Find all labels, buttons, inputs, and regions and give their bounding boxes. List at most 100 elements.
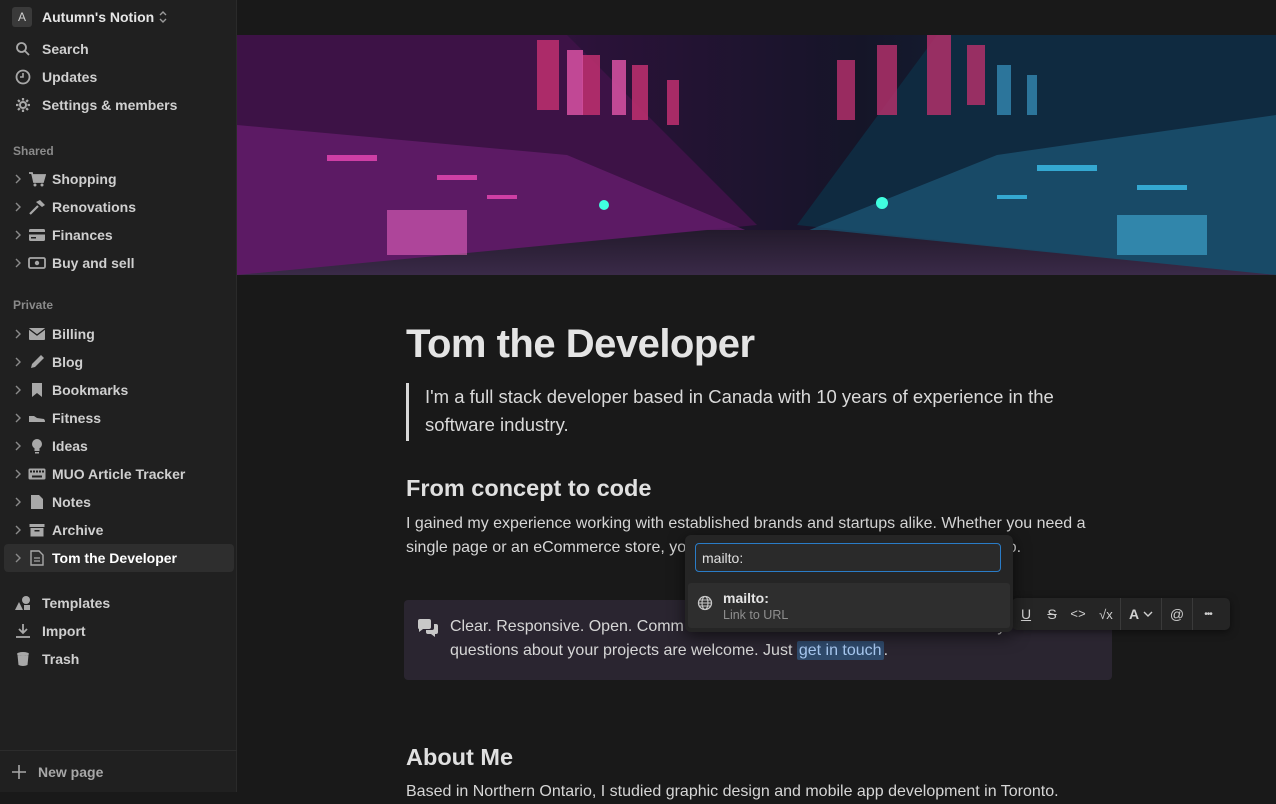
chevron-updown-icon bbox=[159, 11, 167, 23]
globe-icon bbox=[697, 595, 713, 611]
sidebar-page-label: Finances bbox=[52, 227, 113, 243]
search-icon bbox=[14, 40, 32, 58]
top-bar bbox=[237, 0, 1276, 35]
card-icon bbox=[28, 226, 46, 244]
sidebar-import[interactable]: Import bbox=[0, 617, 237, 645]
chevron-right-icon bbox=[15, 357, 21, 367]
sidebar-templates[interactable]: Templates bbox=[0, 589, 237, 617]
callout-line2-start: questions about your projects are welcom… bbox=[450, 642, 797, 659]
speech-bubbles-icon bbox=[418, 619, 438, 637]
sidebar-search-label: Search bbox=[42, 41, 89, 57]
lightbulb-icon bbox=[28, 437, 46, 455]
sidebar-page-finances[interactable]: Finances bbox=[4, 221, 234, 249]
sidebar-page-bookmarks[interactable]: Bookmarks bbox=[4, 376, 234, 404]
text-color-button[interactable]: A bbox=[1121, 598, 1161, 630]
section-heading-about[interactable]: About Me bbox=[406, 744, 513, 771]
chevron-right-icon bbox=[15, 329, 21, 339]
sidebar-page-buy-and-sell[interactable]: Buy and sell bbox=[4, 249, 234, 277]
sidebar-page-shopping[interactable]: Shopping bbox=[4, 165, 234, 193]
chevron-right-icon bbox=[15, 553, 21, 563]
sidebar-page-notes[interactable]: Notes bbox=[4, 488, 234, 516]
more-options-button[interactable]: ••• bbox=[1193, 598, 1223, 630]
chevron-right-icon bbox=[15, 202, 21, 212]
sidebar-page-label: Bookmarks bbox=[52, 382, 129, 398]
text-color-label: A bbox=[1128, 606, 1140, 622]
page-title[interactable]: Tom the Developer bbox=[406, 322, 755, 367]
plus-icon bbox=[12, 764, 26, 779]
chevron-right-icon bbox=[15, 385, 21, 395]
sidebar-page-tom-the-developer[interactable]: Tom the Developer bbox=[4, 544, 234, 572]
sidebar-page-label: Blog bbox=[52, 354, 84, 370]
sidebar-trash-label: Trash bbox=[42, 651, 80, 667]
workspace-avatar: A bbox=[12, 7, 32, 27]
clock-icon bbox=[14, 68, 32, 86]
chevron-right-icon bbox=[15, 441, 21, 451]
quote-block[interactable]: I'm a full stack developer based in Cana… bbox=[406, 383, 1106, 441]
new-page-button[interactable]: New page bbox=[0, 750, 237, 792]
sidebar-page-renovations[interactable]: Renovations bbox=[4, 193, 234, 221]
archive-icon bbox=[28, 521, 46, 539]
link-popover: mailto: Link to URL bbox=[685, 535, 1013, 632]
sidebar-updates[interactable]: Updates bbox=[0, 63, 237, 91]
callout-line2-end: . bbox=[883, 642, 889, 659]
callout-line1-start: Clear. Responsive. Open. Comm bbox=[450, 618, 684, 635]
strikethrough-button[interactable]: S bbox=[1040, 598, 1064, 630]
new-page-label: New page bbox=[38, 763, 104, 780]
sidebar-settings-label: Settings & members bbox=[42, 97, 178, 113]
chevron-right-icon bbox=[15, 258, 21, 268]
code-button[interactable]: <> bbox=[1064, 598, 1092, 630]
sidebar-trash[interactable]: Trash bbox=[0, 645, 237, 673]
gear-icon bbox=[14, 96, 32, 114]
mention-button[interactable]: @ bbox=[1162, 598, 1192, 630]
chevron-right-icon bbox=[15, 230, 21, 240]
sidebar-page-label: Shopping bbox=[52, 171, 117, 187]
private-section-heading: Private bbox=[13, 298, 54, 312]
link-suggestion-subtitle: Link to URL bbox=[723, 608, 789, 622]
shared-section-heading: Shared bbox=[13, 144, 54, 158]
sidebar-page-billing[interactable]: Billing bbox=[4, 320, 234, 348]
sidebar-page-label: Archive bbox=[52, 522, 104, 538]
formatting-toolbar: U S <> √x A @ ••• bbox=[1012, 598, 1230, 630]
link-suggestion-title: mailto: bbox=[723, 590, 769, 606]
sidebar: A Autumn's Notion Search Updates Setting… bbox=[0, 0, 237, 792]
cart-icon bbox=[28, 170, 46, 188]
cover-image[interactable] bbox=[237, 35, 1276, 275]
sidebar-templates-label: Templates bbox=[42, 595, 111, 611]
section-heading-concept[interactable]: From concept to code bbox=[406, 475, 651, 502]
document-icon bbox=[28, 493, 46, 511]
page-icon bbox=[28, 549, 46, 567]
sidebar-search[interactable]: Search bbox=[0, 35, 237, 63]
download-icon bbox=[14, 622, 32, 640]
city-street-cover-illustration bbox=[237, 35, 1276, 275]
sidebar-page-label: Fitness bbox=[52, 410, 102, 426]
sidebar-page-label: Renovations bbox=[52, 199, 137, 215]
chevron-down-icon bbox=[1143, 611, 1153, 617]
sidebar-page-muo-article-tracker[interactable]: MUO Article Tracker bbox=[4, 460, 234, 488]
shoe-icon bbox=[28, 409, 46, 427]
underline-button[interactable]: U bbox=[1012, 598, 1040, 630]
sidebar-page-archive[interactable]: Archive bbox=[4, 516, 234, 544]
link-suggestion[interactable]: mailto: Link to URL bbox=[688, 583, 1010, 628]
sidebar-page-blog[interactable]: Blog bbox=[4, 348, 234, 376]
sidebar-page-label: Ideas bbox=[52, 438, 88, 454]
chevron-right-icon bbox=[15, 497, 21, 507]
trash-icon bbox=[14, 650, 32, 668]
chevron-right-icon bbox=[15, 525, 21, 535]
workspace-name: Autumn's Notion bbox=[42, 9, 155, 25]
link-url-input[interactable] bbox=[695, 543, 1001, 572]
sidebar-page-label: Tom the Developer bbox=[52, 550, 177, 566]
envelope-icon bbox=[28, 325, 46, 343]
paragraph-about[interactable]: Based in Northern Ontario, I studied gra… bbox=[406, 780, 1116, 804]
chevron-right-icon bbox=[15, 413, 21, 423]
selected-link-text[interactable]: get in touch bbox=[796, 641, 884, 660]
banknote-icon bbox=[28, 254, 46, 272]
sidebar-settings[interactable]: Settings & members bbox=[0, 91, 237, 119]
sidebar-import-label: Import bbox=[42, 623, 86, 639]
workspace-switcher[interactable]: A Autumn's Notion bbox=[12, 6, 168, 28]
sidebar-updates-label: Updates bbox=[42, 69, 98, 85]
equation-button[interactable]: √x bbox=[1092, 598, 1120, 630]
sidebar-page-ideas[interactable]: Ideas bbox=[4, 432, 234, 460]
sidebar-page-fitness[interactable]: Fitness bbox=[4, 404, 234, 432]
sidebar-page-label: Buy and sell bbox=[52, 255, 135, 271]
sidebar-page-label: MUO Article Tracker bbox=[52, 466, 186, 482]
